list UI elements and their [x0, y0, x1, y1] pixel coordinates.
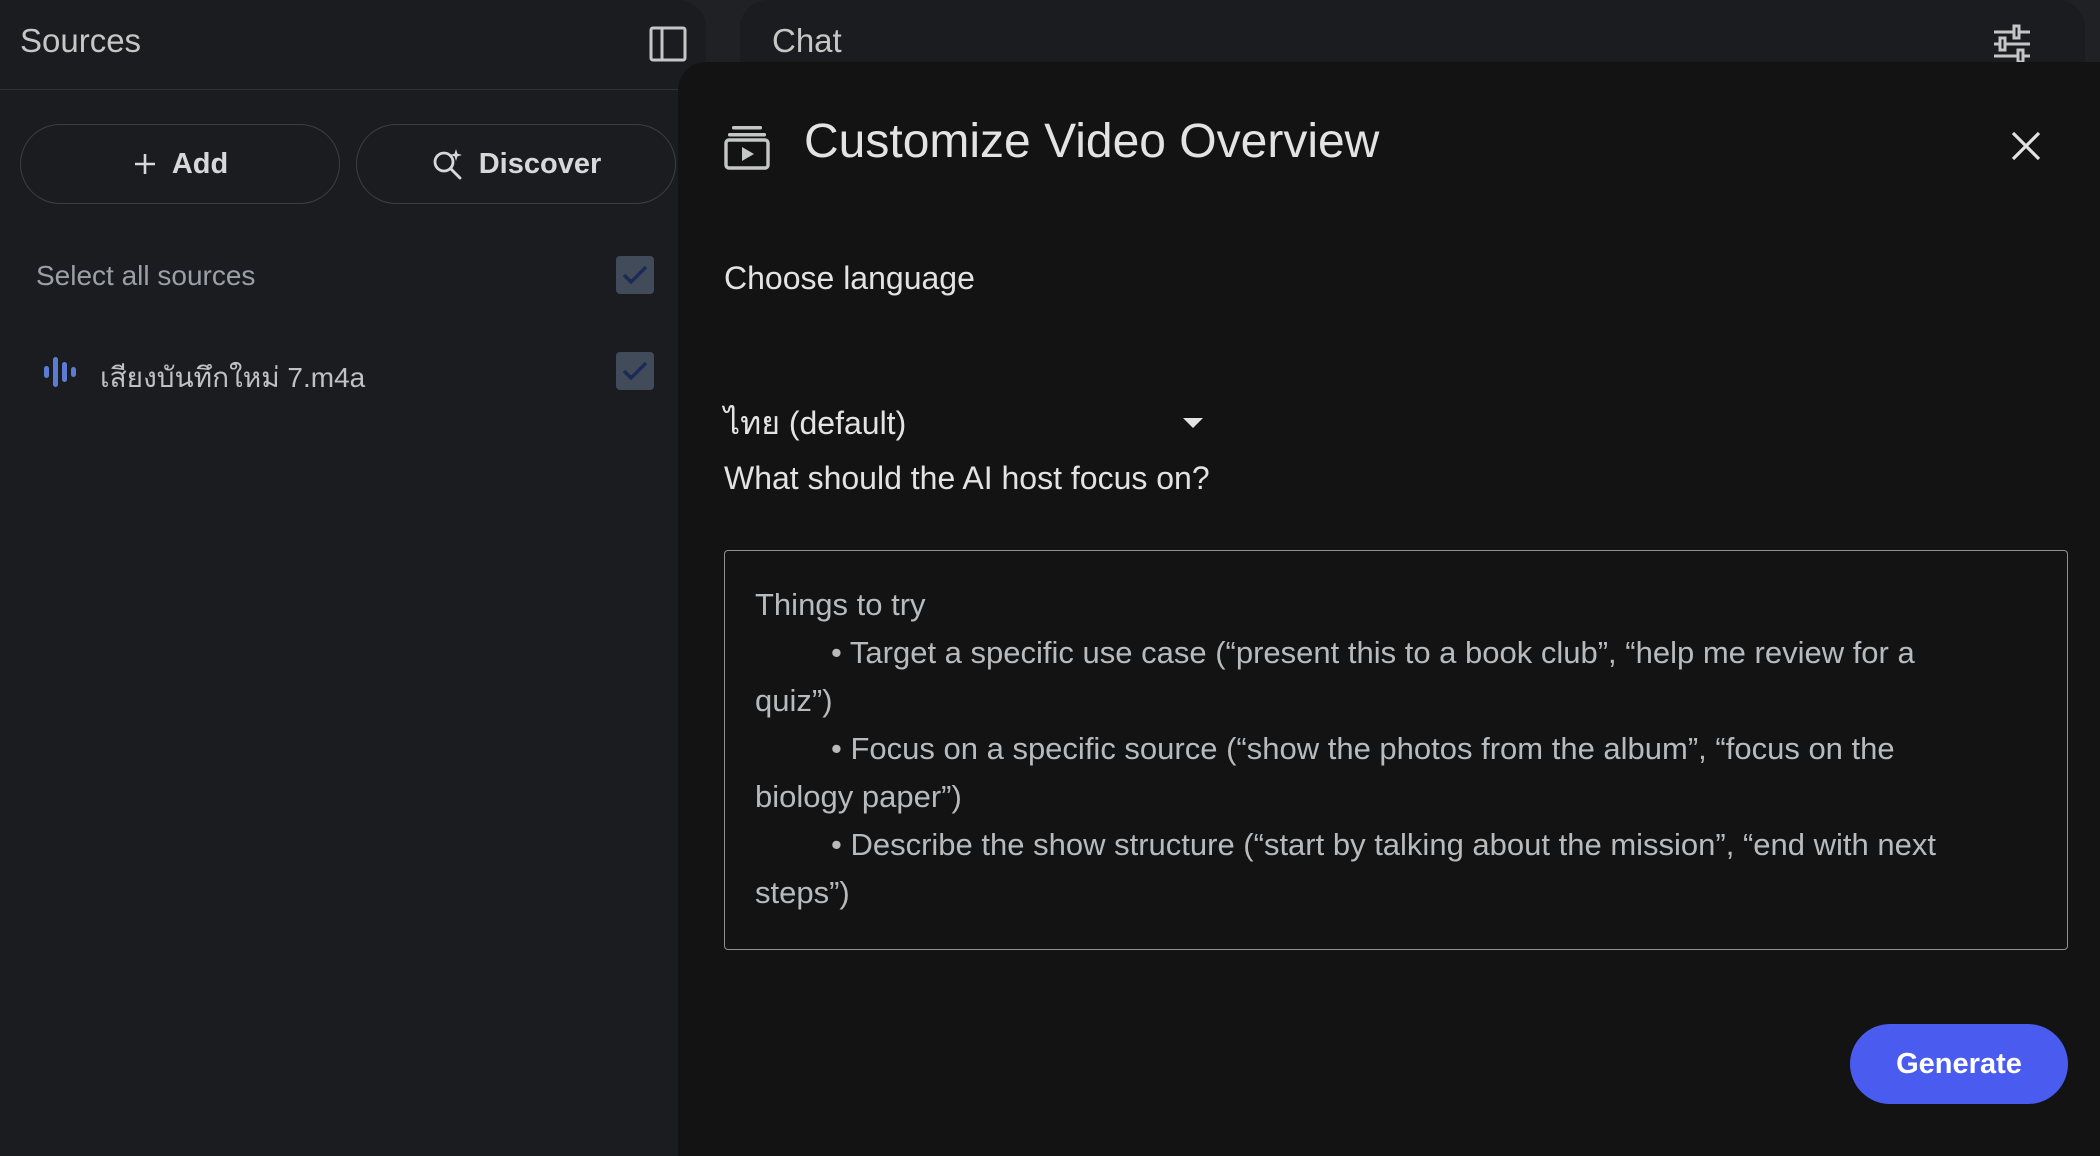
placeholder-tip-continued: biology paper”)	[755, 779, 962, 814]
language-value: ไทย (default)	[724, 404, 907, 441]
close-dialog-button[interactable]	[2002, 122, 2050, 170]
discover-label: Discover	[478, 147, 602, 180]
customize-video-dialog: Customize Video Overview Choose language…	[678, 62, 2100, 1156]
select-all-checkbox[interactable]	[616, 256, 654, 294]
dialog-title: Customize Video Overview	[804, 115, 1380, 168]
app-window: Sources Add Discover Select all sources …	[0, 0, 2100, 1156]
check-icon	[622, 361, 648, 381]
source-item-name: เสียงบันทึกใหม่ 7.m4a	[100, 362, 366, 393]
select-all-row: Select all sources	[0, 246, 706, 306]
audio-waveform-icon	[44, 357, 76, 387]
chat-title: Chat	[772, 22, 842, 59]
dropdown-arrow-icon	[1183, 418, 1203, 428]
placeholder-tip: • Target a specific use case (“present t…	[831, 635, 1915, 670]
placeholder-tip: • Focus on a specific source (“show the …	[831, 731, 1895, 766]
sources-panel: Sources Add Discover Select all sources …	[0, 0, 706, 1156]
add-label: Add	[171, 147, 229, 180]
sources-title: Sources	[20, 22, 142, 59]
check-icon	[622, 265, 648, 285]
focus-label: What should the AI host focus on?	[724, 460, 1210, 496]
collapse-panel-button[interactable]	[646, 22, 690, 66]
add-source-button[interactable]: Add	[20, 124, 340, 204]
side-panel-icon	[649, 26, 687, 62]
placeholder-heading: Things to try	[755, 587, 926, 622]
language-select[interactable]: ไทย (default)	[724, 388, 1210, 458]
video-overview-icon	[724, 126, 770, 170]
source-item-checkbox[interactable]	[616, 352, 654, 390]
tune-icon	[1994, 24, 2030, 64]
focus-textarea[interactable]: Things to try • Target a specific use ca…	[724, 550, 2068, 950]
placeholder-tip-continued: quiz”)	[755, 683, 833, 718]
source-item[interactable]: เสียงบันทึกใหม่ 7.m4a	[0, 342, 706, 402]
plus-icon	[134, 154, 155, 174]
discover-button[interactable]: Discover	[356, 124, 676, 204]
language-label: Choose language	[724, 260, 975, 296]
search-sparkle-icon	[433, 149, 462, 180]
select-all-label: Select all sources	[36, 260, 256, 291]
close-icon	[2011, 131, 2041, 161]
chat-settings-button[interactable]	[1988, 20, 2036, 68]
sources-header: Sources	[0, 0, 706, 90]
placeholder-tip: • Describe the show structure (“start by…	[831, 827, 1936, 862]
placeholder-tip-continued: steps”)	[755, 875, 850, 910]
generate-button[interactable]: Generate	[1850, 1024, 2068, 1104]
